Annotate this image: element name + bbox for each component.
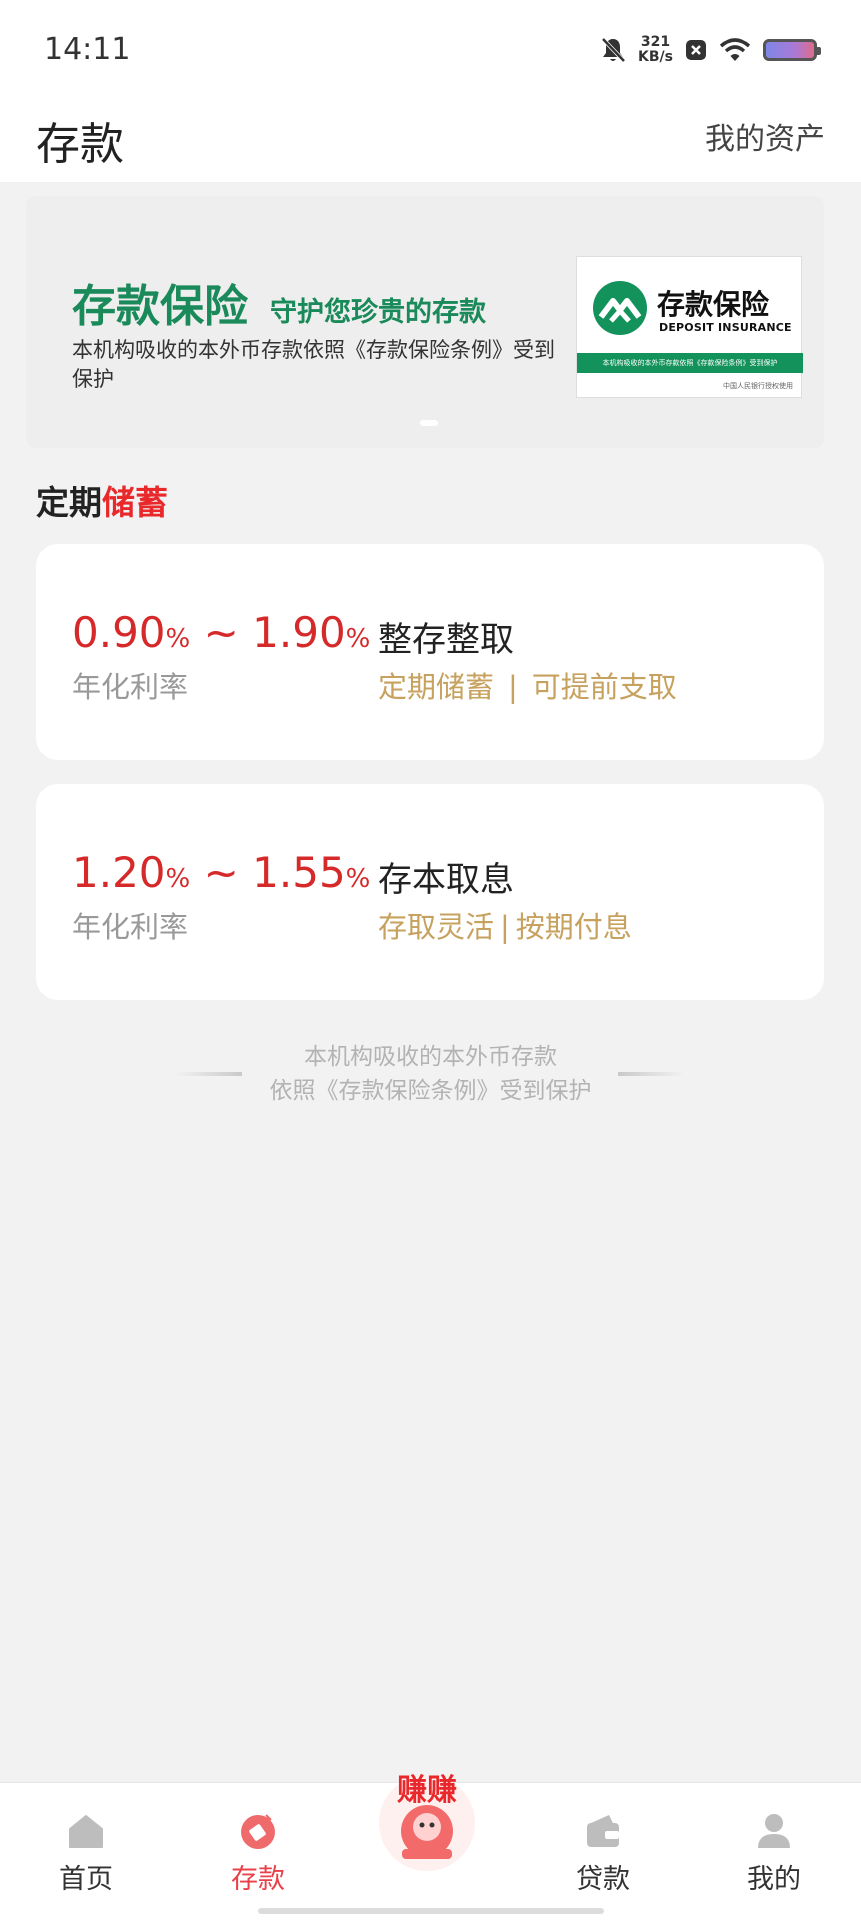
section-title-a: 定期 bbox=[36, 483, 102, 522]
product-tags: 定期储蓄 | 可提前支取 bbox=[378, 664, 677, 706]
product-name: 整存整取 bbox=[378, 620, 514, 660]
note-line-1: 本机构吸收的本外币存款 bbox=[304, 1044, 557, 1070]
battery-icon bbox=[763, 39, 821, 61]
home-icon bbox=[69, 1815, 103, 1848]
logo-strip: 本机构吸收的本外币存款依照《存款保险条例》受到保护 bbox=[577, 353, 803, 373]
rate-max-pct: % bbox=[345, 624, 371, 654]
interest-rate-range: 1.20% ~ 1.55% bbox=[72, 848, 370, 897]
nav-label-loan: 贷款 bbox=[576, 1864, 630, 1895]
status-icons: 321 KB/s bbox=[600, 30, 821, 70]
bottom-nav: 首页 存款 赚赚 贷款 我的 bbox=[0, 1773, 861, 1920]
logo-text-en: DEPOSIT INSURANCE bbox=[659, 321, 792, 334]
user-icon bbox=[758, 1814, 790, 1848]
rate-label: 年化利率 bbox=[72, 670, 189, 704]
rate-max-pct: % bbox=[345, 864, 371, 894]
rate-label: 年化利率 bbox=[72, 910, 189, 944]
net-speed: 321 KB/s bbox=[638, 35, 673, 65]
mute-icon bbox=[601, 37, 626, 63]
tag-separator: | bbox=[508, 670, 518, 704]
product-tag: 定期储蓄 bbox=[378, 670, 495, 704]
net-speed-value: 321 bbox=[640, 34, 671, 50]
interest-rate-range: 0.90% ~ 1.90% bbox=[72, 608, 370, 657]
nav-label-mine: 我的 bbox=[747, 1864, 801, 1895]
banner-subtitle: 守护您珍贵的存款 bbox=[270, 297, 486, 328]
rate-tilde: ~ bbox=[203, 608, 239, 657]
banner-description: 本机构吸收的本外币存款依照《存款保险条例》受到保护 bbox=[72, 338, 555, 391]
section-title-b: 储蓄 bbox=[102, 483, 168, 522]
rate-max: 1.55 bbox=[252, 848, 346, 897]
note-line-2: 依照《存款保险条例》受到保护 bbox=[269, 1078, 592, 1104]
banner-title-row: 存款保险 守护您珍贵的存款 bbox=[72, 270, 486, 334]
status-time: 14:11 bbox=[44, 32, 131, 67]
net-speed-unit: KB/s bbox=[638, 49, 673, 65]
deposit-insurance-logo: 存款保险 DEPOSIT INSURANCE 本机构吸收的本外币存款依照《存款保… bbox=[576, 256, 803, 398]
deposit-insurance-banner[interactable]: 存款保险 守护您珍贵的存款 本机构吸收的本外币存款依照《存款保险条例》受到保护 … bbox=[26, 196, 824, 448]
nav-item-mine[interactable]: 我的 bbox=[714, 1811, 834, 1896]
nav-label-deposit: 存款 bbox=[231, 1864, 285, 1895]
product-card-interest-payout[interactable]: 1.20% ~ 1.55% 年化利率 存本取息 存取灵活 | 按期付息 bbox=[36, 784, 824, 1000]
product-tag: 可提前支取 bbox=[531, 670, 677, 704]
rate-max: 1.90 bbox=[252, 608, 346, 657]
product-tags: 存取灵活 | 按期付息 bbox=[378, 904, 632, 946]
nav-item-home[interactable]: 首页 bbox=[26, 1811, 146, 1896]
wallet-icon bbox=[587, 1815, 619, 1847]
logo-text-cn: 存款保险 bbox=[657, 288, 770, 321]
home-indicator bbox=[258, 1908, 604, 1914]
tag-separator: | bbox=[500, 910, 510, 944]
deposit-icon bbox=[241, 1814, 275, 1849]
product-card-fixed-deposit[interactable]: 0.90% ~ 1.90% 年化利率 整存整取 定期储蓄 | 可提前支取 bbox=[36, 544, 824, 760]
nav-item-deposit[interactable]: 存款 bbox=[198, 1811, 318, 1896]
deposit-insurance-emblem-icon bbox=[593, 281, 647, 335]
banner-title: 存款保险 bbox=[72, 281, 248, 332]
wifi-icon bbox=[719, 38, 751, 61]
status-bar: 14:11 321 KB/s bbox=[0, 0, 861, 100]
rate-min-pct: % bbox=[165, 624, 191, 654]
close-box-icon bbox=[686, 40, 706, 60]
page-title: 存款 bbox=[36, 119, 124, 170]
rate-min-pct: % bbox=[165, 864, 191, 894]
rate-min: 0.90 bbox=[72, 608, 166, 657]
rate-tilde: ~ bbox=[203, 848, 239, 897]
rate-min: 1.20 bbox=[72, 848, 166, 897]
deposit-protection-note: 本机构吸收的本外币存款 依照《存款保险条例》受到保护 bbox=[0, 1040, 861, 1108]
my-assets-link[interactable]: 我的资产 bbox=[705, 114, 825, 158]
banner-pager-dot bbox=[420, 420, 438, 426]
header: 存款 我的资产 bbox=[0, 100, 861, 182]
nav-item-loan[interactable]: 贷款 bbox=[543, 1811, 663, 1896]
logo-footer: 中国人民银行授权使用 bbox=[723, 382, 793, 390]
nav-label-home: 首页 bbox=[59, 1864, 113, 1895]
section-title: 定期储蓄 bbox=[36, 476, 168, 524]
earn-badge-text: 赚赚 bbox=[397, 1773, 457, 1808]
product-tag: 按期付息 bbox=[515, 910, 632, 944]
earn-badge[interactable]: 赚赚 bbox=[372, 1757, 482, 1875]
product-tag: 存取灵活 bbox=[378, 910, 495, 944]
product-name: 存本取息 bbox=[378, 860, 514, 900]
